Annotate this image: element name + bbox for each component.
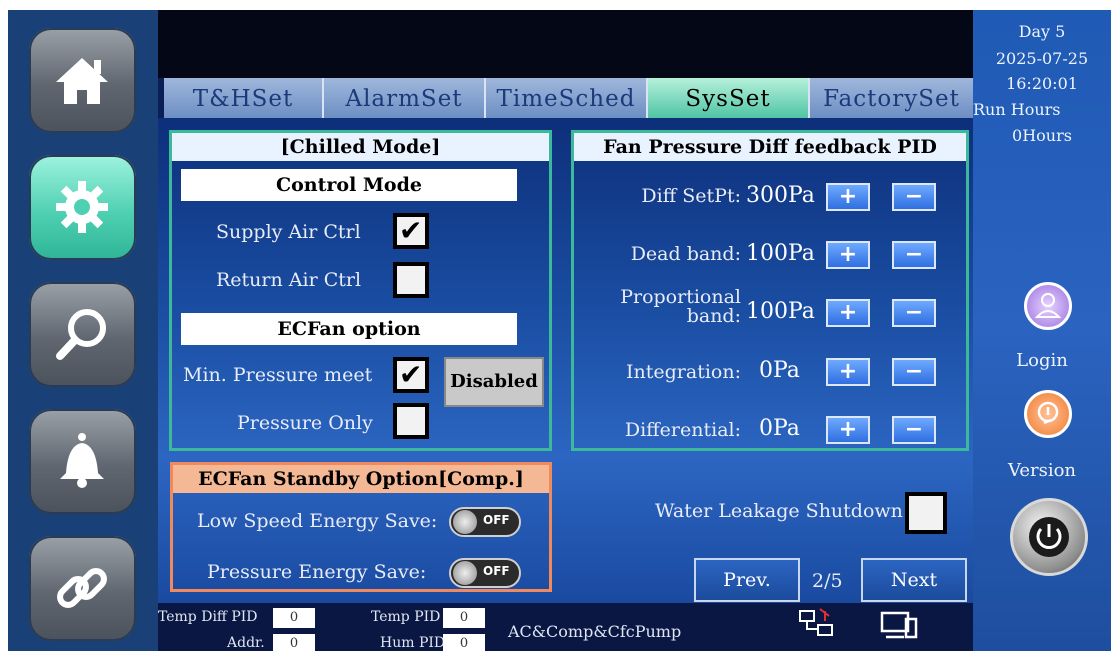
chilled-mode-title: [Chilled Mode]: [172, 133, 549, 161]
tab-sysset[interactable]: SysSet: [648, 78, 810, 118]
home-icon: [56, 58, 108, 104]
temp-pid-label: Temp PID: [371, 609, 441, 625]
diff-setpt-minus-button[interactable]: −: [892, 183, 936, 211]
tab-thset[interactable]: T&HSet: [164, 78, 324, 118]
toggle-label: OFF: [483, 564, 510, 578]
temp-diff-pid-label: Temp Diff PID: [158, 609, 258, 625]
diff-setpt-value: 300Pa: [746, 183, 815, 208]
proportional-plus-button[interactable]: +: [826, 299, 870, 327]
search-button[interactable]: [29, 282, 136, 387]
integration-plus-button[interactable]: +: [826, 358, 870, 386]
integration-value: 0Pa: [759, 358, 800, 383]
differential-value: 0Pa: [759, 416, 800, 441]
pressure-only-label: Pressure Only: [237, 412, 373, 434]
addr-label: Addr.: [227, 635, 265, 651]
tab-bar: T&HSet AlarmSet TimeSched SysSet Factory…: [164, 78, 975, 118]
gear-icon: [56, 181, 108, 233]
diff-setpt-plus-button[interactable]: +: [826, 183, 870, 211]
proportional-band-value: 100Pa: [746, 299, 815, 324]
power-button[interactable]: [1010, 498, 1088, 576]
temp-diff-pid-value: 0: [273, 608, 315, 628]
main-area: [Chilled Mode] Control Mode Supply Air C…: [158, 118, 973, 603]
control-mode-label: Control Mode: [181, 169, 517, 201]
dead-band-plus-button[interactable]: +: [826, 241, 870, 269]
check-mark-icon: ✔: [399, 214, 423, 247]
low-speed-energy-save-label: Low Speed Energy Save:: [197, 510, 438, 532]
dead-band-label: Dead band:: [630, 243, 741, 265]
pressure-energy-save-label: Pressure Energy Save:: [207, 561, 427, 583]
proportional-label-line2: band:: [686, 305, 741, 327]
dead-band-value: 100Pa: [746, 241, 815, 266]
standby-title: ECFan Standby Option[Comp.]: [173, 465, 549, 493]
top-bar: [158, 10, 973, 78]
login-label: Login: [1016, 350, 1068, 371]
right-panel: Day 5 2025-07-25 16:20:01 Run Hours 0Hou…: [973, 10, 1111, 651]
integration-minus-button[interactable]: −: [892, 358, 936, 386]
min-pressure-checkbox[interactable]: ✔: [393, 357, 429, 393]
hum-pid-label: Hum PID: [380, 635, 446, 651]
network-disconnected-icon: [799, 608, 833, 636]
ecfan-option-label: ECFan option: [181, 313, 517, 345]
pressure-energy-save-toggle[interactable]: OFF: [449, 558, 521, 588]
toggle-knob: [453, 510, 477, 534]
low-speed-energy-save-toggle[interactable]: OFF: [449, 507, 521, 537]
tab-timesched[interactable]: TimeSched: [486, 78, 648, 118]
min-pressure-label: Min. Pressure meet: [183, 364, 373, 386]
pressure-only-checkbox[interactable]: [393, 403, 429, 439]
differential-label: Differential:: [624, 419, 741, 441]
day-counter: Day 5: [1018, 22, 1066, 41]
water-leakage-checkbox[interactable]: [905, 492, 947, 534]
hmi-screen: T&HSet AlarmSet TimeSched SysSet Factory…: [8, 10, 1111, 651]
home-button[interactable]: [29, 28, 136, 133]
disabled-button[interactable]: Disabled: [444, 357, 544, 407]
prev-button[interactable]: Prev.: [694, 558, 800, 602]
tab-factoryset[interactable]: FactorySet: [810, 78, 975, 118]
left-nav: [8, 10, 158, 651]
standby-panel: ECFan Standby Option[Comp.] Low Speed En…: [170, 462, 552, 592]
alarm-button[interactable]: [29, 409, 136, 514]
differential-minus-button[interactable]: −: [892, 416, 936, 444]
run-hours-value: 0Hours: [1012, 126, 1072, 145]
current-time: 16:20:01: [1006, 74, 1078, 93]
search-icon: [56, 309, 106, 360]
run-hours-label: Run Hours: [973, 100, 1061, 119]
integration-label: Integration:: [626, 361, 741, 383]
diff-setpt-label: Diff SetPt:: [641, 185, 741, 207]
page-indicator: 2/5: [812, 570, 843, 592]
version-label: Version: [1007, 460, 1077, 481]
dead-band-minus-button[interactable]: −: [892, 241, 936, 269]
return-air-ctrl-checkbox[interactable]: [393, 262, 429, 298]
tab-alarmset[interactable]: AlarmSet: [324, 78, 486, 118]
pid-title: Fan Pressure Diff feedback PID: [574, 133, 966, 161]
supply-air-ctrl-checkbox[interactable]: ✔: [393, 213, 429, 249]
bottom-status-bar: Temp Diff PID 0 Addr. 0 Temp PID 0 Hum P…: [158, 603, 973, 651]
user-icon: [1034, 293, 1062, 318]
supply-air-ctrl-label: Supply Air Ctrl: [216, 221, 361, 243]
check-mark-icon: ✔: [399, 358, 423, 391]
toggle-label: OFF: [483, 513, 510, 527]
version-button[interactable]: [1024, 390, 1072, 438]
current-date: 2025-07-25: [995, 49, 1089, 68]
settings-button[interactable]: [29, 155, 136, 260]
toggle-knob: [453, 561, 477, 585]
link-button[interactable]: [29, 536, 136, 641]
differential-plus-button[interactable]: +: [826, 416, 870, 444]
login-button[interactable]: [1024, 282, 1072, 330]
temp-pid-value: 0: [443, 608, 485, 628]
bell-icon: [60, 433, 104, 488]
monitor-icon: [880, 611, 918, 639]
system-status-text: AC&Comp&CfcPump: [508, 622, 682, 641]
info-bubble-icon: [1037, 401, 1059, 425]
proportional-minus-button[interactable]: −: [892, 299, 936, 327]
proportional-band-label: Proportional band:: [620, 288, 741, 326]
water-leakage-label: Water Leakage Shutdown: [655, 500, 903, 522]
chilled-mode-panel: [Chilled Mode] Control Mode Supply Air C…: [169, 130, 552, 451]
hum-pid-value: 0: [443, 634, 485, 651]
return-air-ctrl-label: Return Air Ctrl: [216, 269, 362, 291]
addr-value: 0: [273, 634, 315, 651]
link-icon: [57, 568, 107, 608]
power-icon: [1029, 517, 1069, 557]
next-button[interactable]: Next: [861, 558, 967, 602]
pid-panel: Fan Pressure Diff feedback PID Diff SetP…: [571, 130, 969, 451]
